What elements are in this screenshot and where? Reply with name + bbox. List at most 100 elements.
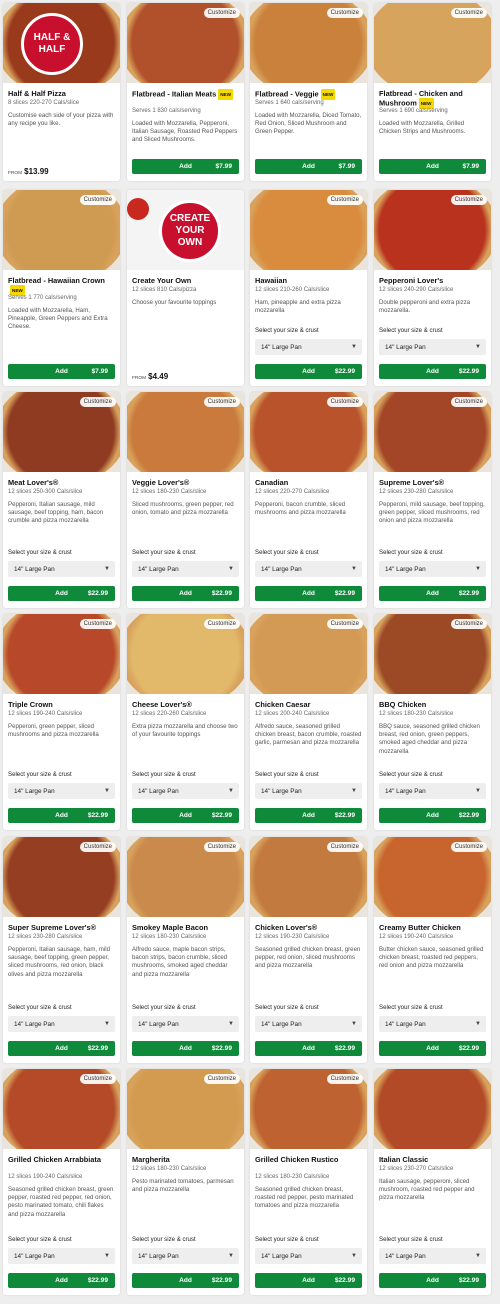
add-button[interactable]: Add $7.99 [8, 364, 115, 379]
customize-button[interactable]: Customize [326, 8, 363, 18]
product-card[interactable]: Customize Grilled Chicken Rustico 12 slice… [250, 1069, 367, 1295]
add-button[interactable]: Add $22.99 [379, 1273, 486, 1288]
customize-button[interactable]: Customize [450, 8, 487, 18]
product-card[interactable]: Customize Meat Lover's® 12 slices 250-300 … [3, 392, 120, 608]
customize-button[interactable]: Customize [450, 842, 487, 852]
product-card[interactable]: Customize Chicken Lover's® 12 slices 190-2… [250, 837, 367, 1063]
customize-button[interactable]: Customize [203, 397, 240, 407]
product-card[interactable]: Customize Chicken Caesar 12 slices 200-240… [250, 614, 367, 830]
product-image[interactable]: Customize [3, 1069, 120, 1149]
add-button[interactable]: Add $22.99 [8, 808, 115, 823]
product-image[interactable]: HALF & HALF [3, 3, 120, 83]
size-crust-select[interactable]: 14" Large Pan ▼ [8, 561, 115, 577]
customize-button[interactable]: Customize [326, 397, 363, 407]
add-button[interactable]: Add $22.99 [255, 586, 362, 601]
customize-button[interactable]: Customize [203, 619, 240, 629]
size-crust-select[interactable]: 14" Large Pan ▼ [132, 561, 239, 577]
customize-button[interactable]: Customize [450, 397, 487, 407]
add-button[interactable]: Add $22.99 [132, 808, 239, 823]
product-card[interactable]: Customize Creamy Butter Chicken 12 slices … [374, 837, 491, 1063]
product-title[interactable]: Flatbread - Chicken and Mushroom NEW [379, 89, 487, 109]
size-crust-select[interactable]: 14" Large Pan ▼ [379, 339, 486, 355]
size-crust-select[interactable]: 14" Large Pan ▼ [255, 1248, 362, 1264]
product-card[interactable]: HALF & HALF Half & Half Pizza 8 slices 220… [3, 3, 120, 181]
customize-button[interactable]: Customize [203, 842, 240, 852]
customize-button[interactable]: Customize [79, 842, 116, 852]
product-image[interactable]: Customize [3, 190, 120, 270]
size-crust-select[interactable]: 14" Large Pan ▼ [8, 1016, 115, 1032]
product-image[interactable]: CREATE YOUR OWN [127, 190, 244, 270]
product-image[interactable]: Customize [374, 392, 491, 472]
product-card[interactable]: Customize Veggie Lover's® 12 slices 180-23… [127, 392, 244, 608]
product-image[interactable]: Customize [250, 614, 367, 694]
product-title[interactable]: Canadian [255, 478, 363, 487]
customize-button[interactable]: Customize [203, 8, 240, 18]
add-button[interactable]: Add $22.99 [8, 1273, 115, 1288]
add-button[interactable]: Add $22.99 [255, 364, 362, 379]
customize-button[interactable]: Customize [326, 842, 363, 852]
product-image[interactable]: Customize [127, 1069, 244, 1149]
product-card[interactable]: Customize Flatbread - Veggie NEW Serves 1 6… [250, 3, 367, 181]
customize-button[interactable]: Customize [203, 1074, 240, 1084]
product-card[interactable]: Customize Super Supreme Lover's® 12 slices… [3, 837, 120, 1063]
product-title[interactable]: Flatbread - Hawaiian CrownNEW [8, 276, 116, 296]
add-button[interactable]: Add $22.99 [8, 1041, 115, 1056]
product-card[interactable]: Customize Supreme Lover's® 12 slices 230-2… [374, 392, 491, 608]
size-crust-select[interactable]: 14" Large Pan ▼ [379, 1016, 486, 1032]
product-card[interactable]: Customize Cheese Lover's® 12 slices 220-26… [127, 614, 244, 830]
add-button[interactable]: Add $22.99 [379, 1041, 486, 1056]
product-image[interactable]: Customize [127, 837, 244, 917]
product-image[interactable]: Customize [374, 190, 491, 270]
add-button[interactable]: Add $22.99 [379, 364, 486, 379]
add-button[interactable]: Add $22.99 [132, 586, 239, 601]
product-card[interactable]: Italian Classic 12 slices 230-270 Cals/sl… [374, 1069, 491, 1295]
size-crust-select[interactable]: 14" Large Pan ▼ [255, 339, 362, 355]
product-image[interactable]: Customize [250, 392, 367, 472]
product-title[interactable]: Margherita [132, 1155, 240, 1164]
product-title[interactable]: Italian Classic [379, 1155, 487, 1164]
size-crust-select[interactable]: 14" Large Pan ▼ [132, 783, 239, 799]
add-button[interactable]: Add $7.99 [255, 159, 362, 174]
product-title[interactable]: Create Your Own [132, 276, 240, 285]
product-title[interactable]: Smokey Maple Bacon [132, 923, 240, 932]
size-crust-select[interactable]: 14" Large Pan ▼ [8, 1248, 115, 1264]
product-title[interactable]: Grilled Chicken Arrabbiata [8, 1155, 116, 1164]
product-image[interactable]: Customize [127, 614, 244, 694]
product-title[interactable]: Creamy Butter Chicken [379, 923, 487, 932]
product-card[interactable]: CREATE YOUR OWN Create Your Own 12 slices … [127, 190, 244, 386]
product-image[interactable]: Customize [127, 392, 244, 472]
product-image[interactable]: Customize [250, 1069, 367, 1149]
product-title[interactable]: Pepperoni Lover's [379, 276, 487, 285]
product-title[interactable]: Veggie Lover's® [132, 478, 240, 487]
size-crust-select[interactable]: 14" Large Pan ▼ [132, 1016, 239, 1032]
size-crust-select[interactable]: 14" Large Pan ▼ [379, 561, 486, 577]
product-image[interactable]: Customize [374, 3, 491, 83]
product-card[interactable]: Customize Smokey Maple Bacon 12 slices 180… [127, 837, 244, 1063]
customize-button[interactable]: Customize [450, 619, 487, 629]
product-title[interactable]: Cheese Lover's® [132, 700, 240, 709]
product-image[interactable]: Customize [374, 614, 491, 694]
product-image[interactable] [374, 1069, 491, 1149]
add-button[interactable]: Add $22.99 [132, 1041, 239, 1056]
product-title[interactable]: Meat Lover's® [8, 478, 116, 487]
size-crust-select[interactable]: 14" Large Pan ▼ [255, 561, 362, 577]
product-title[interactable]: BBQ Chicken [379, 700, 487, 709]
product-card[interactable]: Customize Canadian 12 slices 220-270 Cals/… [250, 392, 367, 608]
size-crust-select[interactable]: 14" Large Pan ▼ [255, 1016, 362, 1032]
add-button[interactable]: Add $22.99 [379, 586, 486, 601]
product-title[interactable]: Hawaiian [255, 276, 363, 285]
customize-button[interactable]: Customize [79, 619, 116, 629]
customize-button[interactable]: Customize [79, 397, 116, 407]
size-crust-select[interactable]: 14" Large Pan ▼ [379, 783, 486, 799]
product-card[interactable]: Customize Triple Crown 12 slices 190-240 C… [3, 614, 120, 830]
product-card[interactable]: Customize Grilled Chicken Arrabbiata 12 sl… [3, 1069, 120, 1295]
add-button[interactable]: Add $22.99 [132, 1273, 239, 1288]
add-button[interactable]: Add $22.99 [255, 1273, 362, 1288]
product-card[interactable]: Customize Flatbread - Hawaiian CrownNEW Se… [3, 190, 120, 386]
add-button[interactable]: Add $22.99 [8, 586, 115, 601]
product-card[interactable]: Customize Hawaiian 12 slices 210-260 Cals/… [250, 190, 367, 386]
product-title[interactable]: Triple Crown [8, 700, 116, 709]
add-button[interactable]: Add $22.99 [255, 808, 362, 823]
product-image[interactable]: Customize [374, 837, 491, 917]
product-title[interactable]: Chicken Lover's® [255, 923, 363, 932]
